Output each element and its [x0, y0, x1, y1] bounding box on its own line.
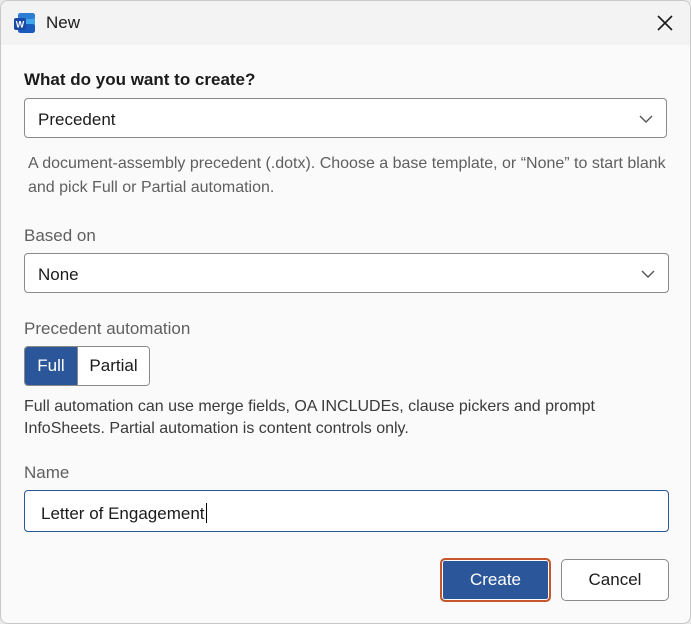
dialog-body: What do you want to create? Precedent A … [1, 45, 690, 623]
automation-label: Precedent automation [24, 319, 191, 338]
close-icon[interactable] [654, 12, 676, 34]
automation-full-button[interactable]: Full [25, 347, 77, 385]
based-on-value: None [38, 265, 79, 284]
svg-text:W: W [16, 20, 25, 30]
automation-help: Full automation can use merge fields, OA… [24, 398, 595, 437]
name-input-value: Letter of Engagement [41, 504, 205, 523]
title-bar: W New [1, 1, 690, 45]
chevron-down-icon [641, 270, 655, 278]
automation-partial-button[interactable]: Partial [77, 347, 149, 385]
window-title: New [46, 13, 81, 32]
based-on-label: Based on [24, 226, 96, 245]
based-on-select[interactable]: None [24, 253, 669, 293]
document-type-value: Precedent [38, 110, 116, 129]
name-input[interactable]: Letter of Engagement [24, 490, 669, 532]
chevron-down-icon [639, 115, 653, 123]
create-heading: What do you want to create? [24, 70, 256, 89]
word-icon: W [14, 13, 35, 33]
document-type-description: A document-assembly precedent (.dotx). C… [28, 155, 666, 196]
automation-toggle: Full Partial [24, 346, 150, 386]
new-dialog: W New What do you want to create? Preced… [0, 0, 691, 624]
document-type-select[interactable]: Precedent [24, 98, 667, 138]
cancel-button[interactable]: Cancel [561, 559, 669, 601]
create-button[interactable]: Create [440, 558, 551, 602]
name-label: Name [24, 463, 70, 482]
text-caret [205, 503, 207, 523]
